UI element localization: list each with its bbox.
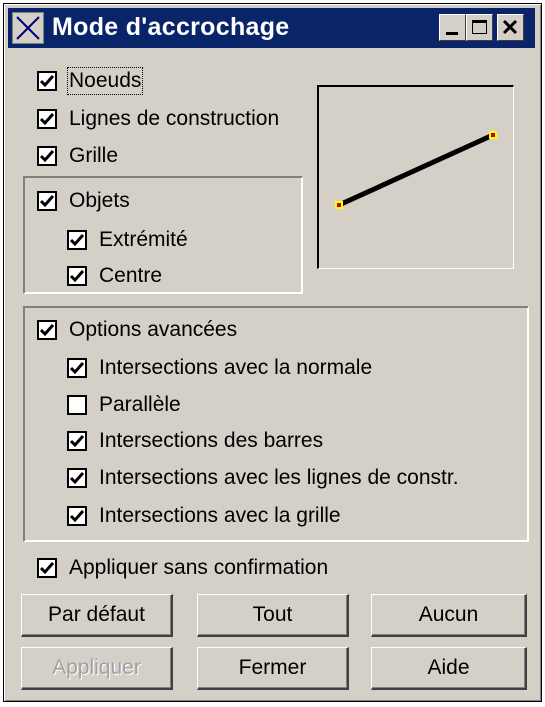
checkbox-options-avancees[interactable]: Options avancées (37, 317, 237, 343)
checkbox-box[interactable] (37, 71, 57, 91)
help-button[interactable]: Aide (371, 647, 527, 690)
checkbox-label: Grille (69, 144, 119, 167)
none-button[interactable]: Aucun (371, 594, 527, 637)
checkbox-label: Centre (99, 264, 163, 287)
checkbox-lignes-construction[interactable]: Lignes de construction (37, 106, 279, 132)
checkbox-extremite[interactable]: Extrémité (67, 227, 188, 253)
checkbox-label: Lignes de construction (69, 107, 280, 130)
checkbox-box[interactable] (67, 358, 87, 378)
checkbox-box[interactable] (37, 109, 57, 129)
minimize-icon (446, 32, 458, 35)
checkbox-label: Extrémité (99, 228, 188, 251)
checkmark-icon (70, 270, 84, 283)
checkmark-icon (70, 472, 84, 485)
checkbox-box[interactable] (37, 558, 57, 578)
checkbox-objets[interactable]: Objets (37, 188, 130, 214)
snap-cross-icon (12, 12, 44, 44)
checkbox-box[interactable] (67, 431, 87, 451)
checkmark-icon (40, 75, 54, 88)
checkbox-box[interactable] (67, 506, 87, 526)
window-title: Mode d'accrochage (52, 13, 290, 41)
checkbox-box[interactable] (67, 230, 87, 250)
snap-preview (317, 85, 514, 269)
checkmark-icon (70, 435, 84, 448)
checkbox-label: Intersections avec les lignes de constr. (99, 466, 459, 489)
checkbox-centre[interactable]: Centre (67, 263, 162, 289)
close-button[interactable] (497, 14, 524, 41)
checkbox-intersections-normale[interactable]: Intersections avec la normale (67, 355, 372, 381)
checkbox-box[interactable] (67, 468, 87, 488)
default-button[interactable]: Par défaut (21, 594, 173, 637)
snap-mode-dialog: Mode d'accrochage Noeuds Lignes de const… (3, 3, 542, 702)
checkbox-label: Parallèle (99, 393, 181, 416)
close-dialog-button[interactable]: Fermer (197, 647, 349, 690)
checkbox-box[interactable] (37, 320, 57, 340)
preview-segment (337, 132, 495, 208)
apply-button[interactable]: Appliquer (21, 647, 173, 690)
checkbox-label: Intersections avec la grille (99, 504, 341, 527)
checkbox-label: Appliquer sans confirmation (69, 556, 329, 579)
checkbox-intersections-grille[interactable]: Intersections avec la grille (67, 503, 341, 529)
checkmark-icon (70, 234, 84, 247)
checkbox-label: Intersections avec la normale (99, 356, 373, 379)
title-bar[interactable]: Mode d'accrochage (8, 8, 535, 48)
endpoint-center (491, 133, 495, 137)
endpoint-center (337, 203, 341, 207)
checkbox-label: Noeuds (66, 67, 144, 95)
checkbox-intersections-barres[interactable]: Intersections des barres (67, 428, 323, 454)
checkbox-box[interactable] (37, 191, 57, 211)
checkmark-icon (40, 195, 54, 208)
checkbox-intersections-lignes-constr[interactable]: Intersections avec les lignes de constr. (67, 465, 459, 491)
checkmark-icon (70, 362, 84, 375)
close-icon (502, 19, 518, 35)
checkmark-icon (40, 113, 54, 126)
checkbox-box[interactable] (37, 146, 57, 166)
checkmark-icon (40, 150, 54, 163)
checkbox-box[interactable] (67, 395, 87, 415)
checkmark-icon (40, 324, 54, 337)
checkbox-parallele[interactable]: Parallèle (67, 392, 181, 418)
maximize-icon (472, 20, 487, 34)
checkmark-icon (70, 510, 84, 523)
checkbox-noeuds[interactable]: Noeuds (37, 67, 144, 95)
minimize-button[interactable] (439, 14, 466, 41)
checkbox-label: Intersections des barres (99, 429, 324, 452)
checkbox-label: Objets (69, 189, 130, 212)
checkbox-grille[interactable]: Grille (37, 143, 118, 169)
checkbox-label: Options avancées (69, 318, 238, 341)
checkbox-box[interactable] (67, 266, 87, 286)
snap-preview-drawing (335, 131, 497, 209)
checkbox-appliquer-sans-confirmation[interactable]: Appliquer sans confirmation (37, 555, 328, 581)
checkmark-icon (40, 562, 54, 575)
maximize-button[interactable] (466, 14, 493, 41)
all-button[interactable]: Tout (197, 594, 349, 637)
